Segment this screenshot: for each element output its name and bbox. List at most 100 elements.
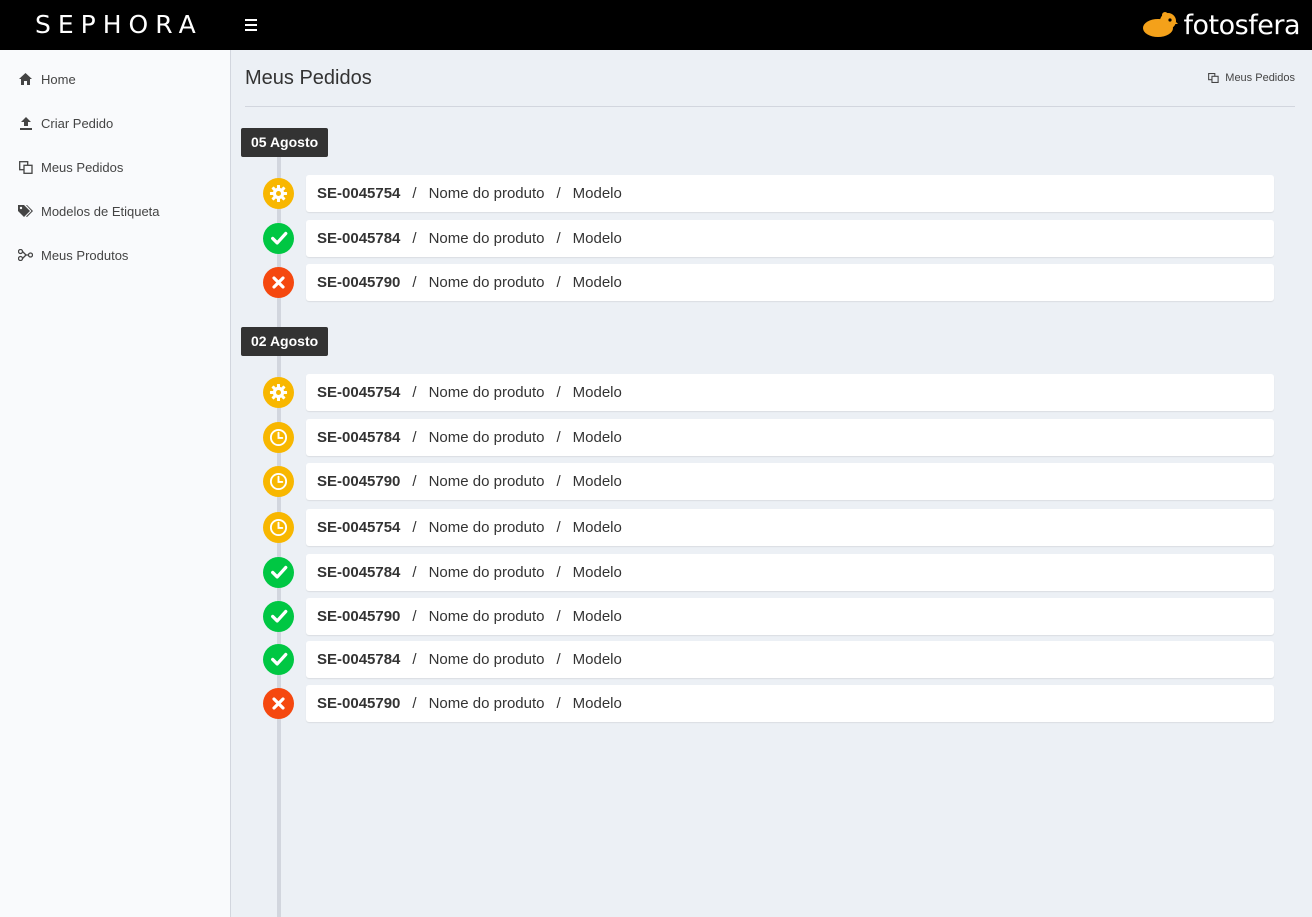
separator: / xyxy=(556,273,561,291)
check-icon xyxy=(263,643,294,675)
separator: / xyxy=(412,472,417,490)
tags-icon xyxy=(18,204,33,219)
separator: / xyxy=(556,607,561,625)
check-icon xyxy=(263,556,294,588)
separator: / xyxy=(556,518,561,536)
separator: / xyxy=(556,650,561,668)
order-code: SE-0045790 xyxy=(317,607,401,625)
order-product: Nome do produto xyxy=(428,472,545,490)
order-code: SE-0045784 xyxy=(317,428,401,446)
title-divider xyxy=(245,106,1295,107)
order-model: Modelo xyxy=(572,650,622,668)
separator: / xyxy=(556,383,561,401)
order-code: SE-0045784 xyxy=(317,229,401,247)
order-model: Modelo xyxy=(572,428,622,446)
order-row[interactable]: SE-0045790 / Nome do produto / Modelo xyxy=(306,597,1274,635)
order-product: Nome do produto xyxy=(428,650,545,668)
check-icon xyxy=(263,222,294,254)
separator: / xyxy=(556,184,561,202)
separator: / xyxy=(556,428,561,446)
order-model: Modelo xyxy=(572,383,622,401)
separator: / xyxy=(412,184,417,202)
clock-icon xyxy=(263,421,294,453)
order-row[interactable]: SE-0045754 / Nome do produto / Modelo xyxy=(306,508,1274,546)
sidebar-item-criar-pedido[interactable]: Criar Pedido xyxy=(0,101,230,145)
separator: / xyxy=(412,607,417,625)
order-code: SE-0045754 xyxy=(317,383,401,401)
order-product: Nome do produto xyxy=(428,607,545,625)
order-code: SE-0045754 xyxy=(317,184,401,202)
order-model: Modelo xyxy=(572,694,622,712)
clock-icon xyxy=(263,465,294,497)
cog-icon xyxy=(263,177,294,209)
order-model: Modelo xyxy=(572,184,622,202)
sidebar-item-label: Home xyxy=(41,71,76,87)
sidebar-item-home[interactable]: Home xyxy=(0,57,230,101)
order-code: SE-0045784 xyxy=(317,563,401,581)
separator: / xyxy=(412,229,417,247)
order-product: Nome do produto xyxy=(428,563,545,581)
separator: / xyxy=(556,472,561,490)
sidebar: Home Criar Pedido Meus Pedidos Modelos d… xyxy=(0,50,231,917)
order-row[interactable]: SE-0045790 / Nome do produto / Modelo xyxy=(306,263,1274,301)
page-title: Meus Pedidos xyxy=(245,67,372,89)
order-product: Nome do produto xyxy=(428,383,545,401)
breadcrumb-item: Meus Pedidos xyxy=(1225,72,1295,84)
order-row[interactable]: SE-0045784 / Nome do produto / Modelo xyxy=(306,219,1274,257)
order-code: SE-0045784 xyxy=(317,650,401,668)
order-row[interactable]: SE-0045790 / Nome do produto / Modelo xyxy=(306,462,1274,500)
home-icon xyxy=(18,72,33,87)
sidebar-item-label: Modelos de Etiqueta xyxy=(41,203,160,219)
order-row[interactable]: SE-0045754 / Nome do produto / Modelo xyxy=(306,174,1274,212)
times-icon xyxy=(263,266,294,298)
order-row[interactable]: SE-0045754 / Nome do produto / Modelo xyxy=(306,373,1274,411)
order-product: Nome do produto xyxy=(428,518,545,536)
separator: / xyxy=(556,563,561,581)
order-model: Modelo xyxy=(572,518,622,536)
separator: / xyxy=(412,383,417,401)
separator: / xyxy=(556,229,561,247)
separator: / xyxy=(412,428,417,446)
logo-text: fotosfera xyxy=(1183,9,1301,41)
order-row[interactable]: SE-0045784 / Nome do produto / Modelo xyxy=(306,640,1274,678)
sidebar-item-label: Meus Pedidos xyxy=(41,159,124,175)
separator: / xyxy=(556,694,561,712)
order-product: Nome do produto xyxy=(428,229,545,247)
menu-icon-bar xyxy=(245,29,257,31)
order-row[interactable]: SE-0045784 / Nome do produto / Modelo xyxy=(306,418,1274,456)
sidebar-item-label: Criar Pedido xyxy=(41,115,114,131)
order-row[interactable]: SE-0045784 / Nome do produto / Modelo xyxy=(306,553,1274,591)
order-product: Nome do produto xyxy=(428,184,545,202)
order-model: Modelo xyxy=(572,229,622,247)
breadcrumb[interactable]: Meus Pedidos xyxy=(1208,72,1295,84)
fotosfera-logo: fotosfera xyxy=(1141,9,1301,41)
order-model: Modelo xyxy=(572,563,622,581)
menu-icon-bar xyxy=(245,19,257,21)
menu-icon-bar xyxy=(245,24,257,26)
timeline-date-label: 02 Agosto xyxy=(241,327,329,356)
top-navbar: SEPHORA fotosfera xyxy=(0,0,1312,50)
sidebar-item-meus-pedidos[interactable]: Meus Pedidos xyxy=(0,145,230,189)
copy-icon xyxy=(18,160,33,175)
order-model: Modelo xyxy=(572,273,622,291)
separator: / xyxy=(412,563,417,581)
sidebar-item-label: Meus Produtos xyxy=(41,247,129,263)
brand-logo[interactable]: SEPHORA xyxy=(35,10,203,39)
sidebar-item-modelos-de-etiqueta[interactable]: Modelos de Etiqueta xyxy=(0,189,230,233)
times-icon xyxy=(263,687,294,719)
sidebar-item-meus-produtos[interactable]: Meus Produtos xyxy=(0,233,230,277)
separator: / xyxy=(412,273,417,291)
separator: / xyxy=(412,694,417,712)
order-code: SE-0045754 xyxy=(317,518,401,536)
order-code: SE-0045790 xyxy=(317,694,401,712)
order-code: SE-0045790 xyxy=(317,472,401,490)
clock-icon xyxy=(263,511,294,543)
timeline-date-label: 05 Agosto xyxy=(241,128,329,157)
order-model: Modelo xyxy=(572,472,622,490)
separator: / xyxy=(412,518,417,536)
order-row[interactable]: SE-0045790 / Nome do produto / Modelo xyxy=(306,684,1274,722)
sidebar-toggle-button[interactable] xyxy=(240,15,262,35)
order-model: Modelo xyxy=(572,607,622,625)
check-icon xyxy=(263,600,294,632)
upload-icon xyxy=(18,116,33,131)
